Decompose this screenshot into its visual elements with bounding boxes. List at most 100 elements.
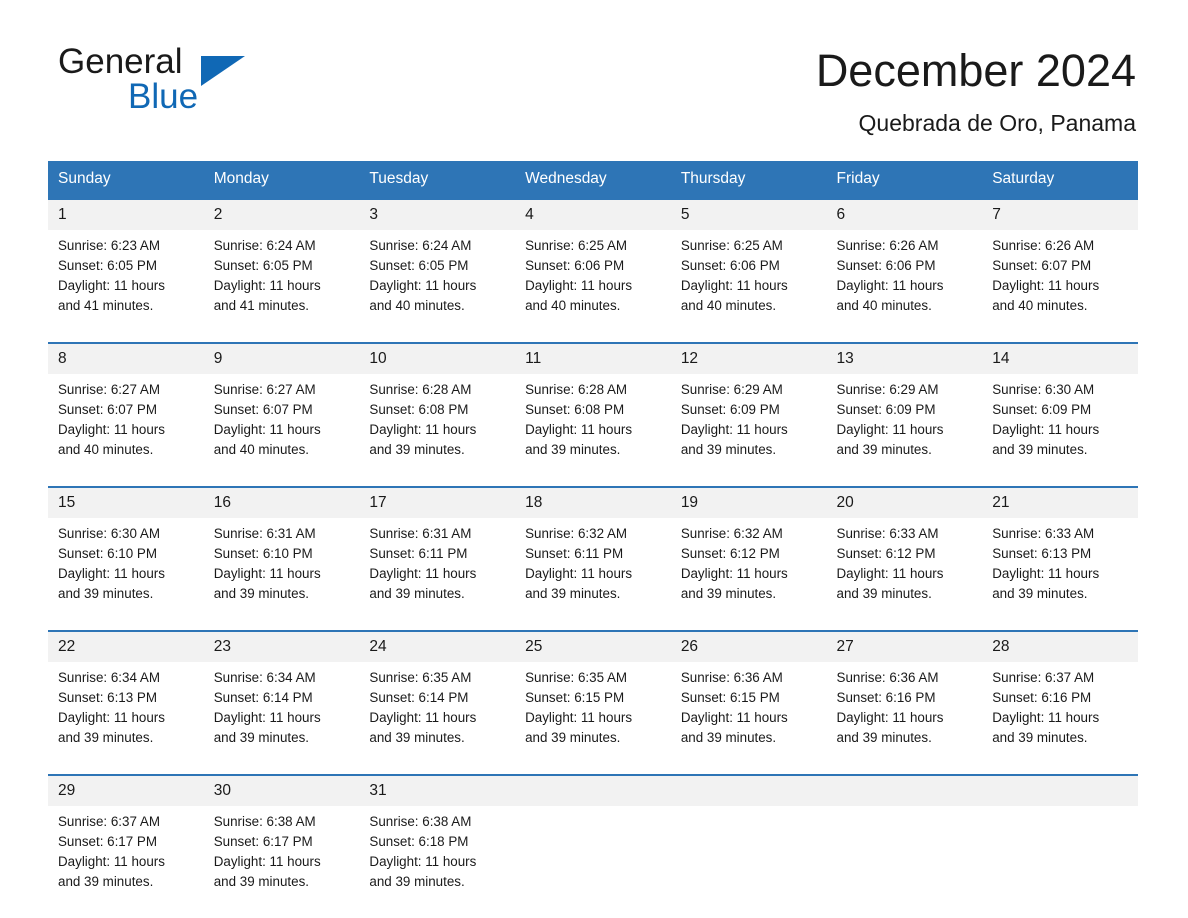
weekday-header-sunday: Sunday — [48, 160, 204, 199]
day-number[interactable]: 6 — [826, 197, 983, 230]
day-number[interactable]: 9 — [203, 341, 360, 374]
day-number[interactable]: 19 — [670, 485, 827, 518]
day-cell[interactable]: Sunrise: 6:35 AM Sunset: 6:15 PM Dayligh… — [515, 661, 671, 764]
day-number[interactable]: 30 — [203, 773, 360, 806]
day-cell[interactable]: Sunrise: 6:24 AM Sunset: 6:05 PM Dayligh… — [359, 229, 516, 332]
week-separator — [48, 475, 1138, 487]
day-number[interactable]: 17 — [359, 485, 516, 518]
day-cell[interactable]: Sunrise: 6:38 AM Sunset: 6:17 PM Dayligh… — [203, 805, 360, 908]
day-number[interactable]: 28 — [982, 629, 1138, 662]
day-cell[interactable]: Sunrise: 6:34 AM Sunset: 6:14 PM Dayligh… — [203, 661, 360, 764]
daylight-text-2: and 39 minutes. — [680, 441, 777, 457]
day-cell[interactable]: Sunrise: 6:34 AM Sunset: 6:13 PM Dayligh… — [48, 661, 204, 764]
day-number[interactable]: 5 — [670, 197, 827, 230]
day-cell[interactable]: Sunrise: 6:30 AM Sunset: 6:10 PM Dayligh… — [48, 517, 204, 620]
day-number[interactable]: 14 — [982, 341, 1138, 374]
sunset-text: Sunset: 6:05 PM — [213, 257, 313, 273]
weekday-header-friday: Friday — [826, 160, 983, 199]
day-number[interactable]: 15 — [48, 485, 204, 518]
day-cell[interactable]: Sunrise: 6:27 AM Sunset: 6:07 PM Dayligh… — [203, 373, 360, 476]
daylight-text-2: and 39 minutes. — [525, 585, 621, 601]
sunset-text: Sunset: 6:13 PM — [992, 545, 1092, 561]
day-cell[interactable]: Sunrise: 6:29 AM Sunset: 6:09 PM Dayligh… — [670, 373, 827, 476]
day-number[interactable]: 18 — [515, 485, 671, 518]
day-number[interactable]: 23 — [203, 629, 360, 662]
day-number[interactable]: 2 — [203, 197, 360, 230]
day-number[interactable]: 21 — [982, 485, 1138, 518]
title-block: December 2024 Quebrada de Oro, Panama — [816, 44, 1136, 137]
day-cell[interactable]: Sunrise: 6:37 AM Sunset: 6:17 PM Dayligh… — [48, 805, 204, 908]
sunset-text: Sunset: 6:11 PM — [369, 545, 468, 561]
sunset-text: Sunset: 6:14 PM — [369, 689, 469, 705]
day-number[interactable]: 27 — [826, 629, 983, 662]
day-cell[interactable]: Sunrise: 6:23 AM Sunset: 6:05 PM Dayligh… — [48, 229, 204, 332]
daylight-text-1: Daylight: 11 hours — [836, 565, 944, 581]
sunrise-text: Sunrise: 6:26 AM — [836, 237, 939, 253]
daylight-text-1: Daylight: 11 hours — [992, 565, 1100, 581]
sunrise-text: Sunrise: 6:23 AM — [58, 237, 160, 253]
day-number[interactable]: 7 — [982, 197, 1138, 230]
day-cell[interactable]: Sunrise: 6:37 AM Sunset: 6:16 PM Dayligh… — [982, 661, 1138, 764]
day-cell[interactable]: Sunrise: 6:36 AM Sunset: 6:16 PM Dayligh… — [826, 661, 983, 764]
day-number[interactable]: 8 — [48, 341, 204, 374]
sunset-text: Sunset: 6:17 PM — [213, 833, 313, 849]
day-number[interactable]: 16 — [203, 485, 360, 518]
daylight-text-2: and 39 minutes. — [992, 441, 1088, 457]
day-cell[interactable]: Sunrise: 6:28 AM Sunset: 6:08 PM Dayligh… — [359, 373, 516, 476]
day-cell[interactable]: Sunrise: 6:26 AM Sunset: 6:06 PM Dayligh… — [826, 229, 983, 332]
day-cell[interactable]: Sunrise: 6:26 AM Sunset: 6:07 PM Dayligh… — [982, 229, 1138, 332]
day-cell[interactable]: Sunrise: 6:32 AM Sunset: 6:12 PM Dayligh… — [670, 517, 827, 620]
day-number[interactable]: 26 — [670, 629, 827, 662]
day-cell[interactable]: Sunrise: 6:32 AM Sunset: 6:11 PM Dayligh… — [515, 517, 671, 620]
sunset-text: Sunset: 6:09 PM — [680, 401, 780, 417]
day-number[interactable]: 22 — [48, 629, 204, 662]
day-number[interactable]: 31 — [359, 773, 516, 806]
daylight-text-2: and 39 minutes. — [213, 729, 309, 745]
daylight-text-1: Daylight: 11 hours — [58, 277, 165, 293]
day-cell[interactable]: Sunrise: 6:29 AM Sunset: 6:09 PM Dayligh… — [826, 373, 983, 476]
day-cell[interactable]: Sunrise: 6:31 AM Sunset: 6:11 PM Dayligh… — [359, 517, 516, 620]
day-number[interactable]: 10 — [359, 341, 516, 374]
day-number[interactable]: 4 — [515, 197, 671, 230]
day-cell[interactable]: Sunrise: 6:25 AM Sunset: 6:06 PM Dayligh… — [670, 229, 827, 332]
daylight-text-1: Daylight: 11 hours — [525, 709, 633, 725]
day-cell[interactable]: Sunrise: 6:27 AM Sunset: 6:07 PM Dayligh… — [48, 373, 204, 476]
sunrise-text: Sunrise: 6:26 AM — [992, 237, 1095, 253]
daylight-text-1: Daylight: 11 hours — [58, 565, 165, 581]
sunset-text: Sunset: 6:09 PM — [992, 401, 1092, 417]
daylight-text-1: Daylight: 11 hours — [369, 421, 477, 437]
weekday-header-thursday: Thursday — [670, 160, 827, 199]
day-number[interactable]: 24 — [359, 629, 516, 662]
sunset-text: Sunset: 6:10 PM — [58, 545, 157, 561]
day-number[interactable]: 20 — [826, 485, 983, 518]
day-cell[interactable]: Sunrise: 6:25 AM Sunset: 6:06 PM Dayligh… — [515, 229, 671, 332]
day-cell[interactable]: Sunrise: 6:28 AM Sunset: 6:08 PM Dayligh… — [515, 373, 671, 476]
day-cell[interactable]: Sunrise: 6:33 AM Sunset: 6:13 PM Dayligh… — [982, 517, 1138, 620]
day-number[interactable]: 13 — [826, 341, 983, 374]
day-number[interactable]: 3 — [359, 197, 516, 230]
sunset-text: Sunset: 6:11 PM — [525, 545, 624, 561]
day-number[interactable]: 12 — [670, 341, 827, 374]
generalblue-logo[interactable]: General Blue — [58, 44, 258, 120]
day-cell[interactable]: Sunrise: 6:33 AM Sunset: 6:12 PM Dayligh… — [826, 517, 983, 620]
day-number[interactable]: 11 — [515, 341, 671, 374]
day-cell[interactable]: Sunrise: 6:38 AM Sunset: 6:18 PM Dayligh… — [359, 805, 516, 908]
day-cell[interactable]: Sunrise: 6:24 AM Sunset: 6:05 PM Dayligh… — [203, 229, 360, 332]
sunset-text: Sunset: 6:08 PM — [369, 401, 469, 417]
sunset-text: Sunset: 6:10 PM — [213, 545, 313, 561]
week-4-daynum-row: 22 23 24 25 26 27 28 — [48, 629, 1138, 662]
day-number[interactable]: 25 — [515, 629, 671, 662]
sunset-text: Sunset: 6:06 PM — [836, 257, 936, 273]
day-number[interactable]: 1 — [48, 197, 204, 230]
day-number[interactable]: 29 — [48, 773, 204, 806]
daylight-text-1: Daylight: 11 hours — [213, 277, 321, 293]
week-5-daynum-row: 29 30 31 — [48, 773, 1138, 806]
daylight-text-1: Daylight: 11 hours — [58, 421, 165, 437]
daylight-text-1: Daylight: 11 hours — [680, 709, 788, 725]
day-cell[interactable]: Sunrise: 6:36 AM Sunset: 6:15 PM Dayligh… — [670, 661, 827, 764]
day-cell[interactable]: Sunrise: 6:35 AM Sunset: 6:14 PM Dayligh… — [359, 661, 516, 764]
sunrise-text: Sunrise: 6:34 AM — [213, 669, 316, 685]
day-cell[interactable]: Sunrise: 6:30 AM Sunset: 6:09 PM Dayligh… — [982, 373, 1138, 476]
daylight-text-1: Daylight: 11 hours — [680, 565, 788, 581]
day-cell[interactable]: Sunrise: 6:31 AM Sunset: 6:10 PM Dayligh… — [203, 517, 360, 620]
